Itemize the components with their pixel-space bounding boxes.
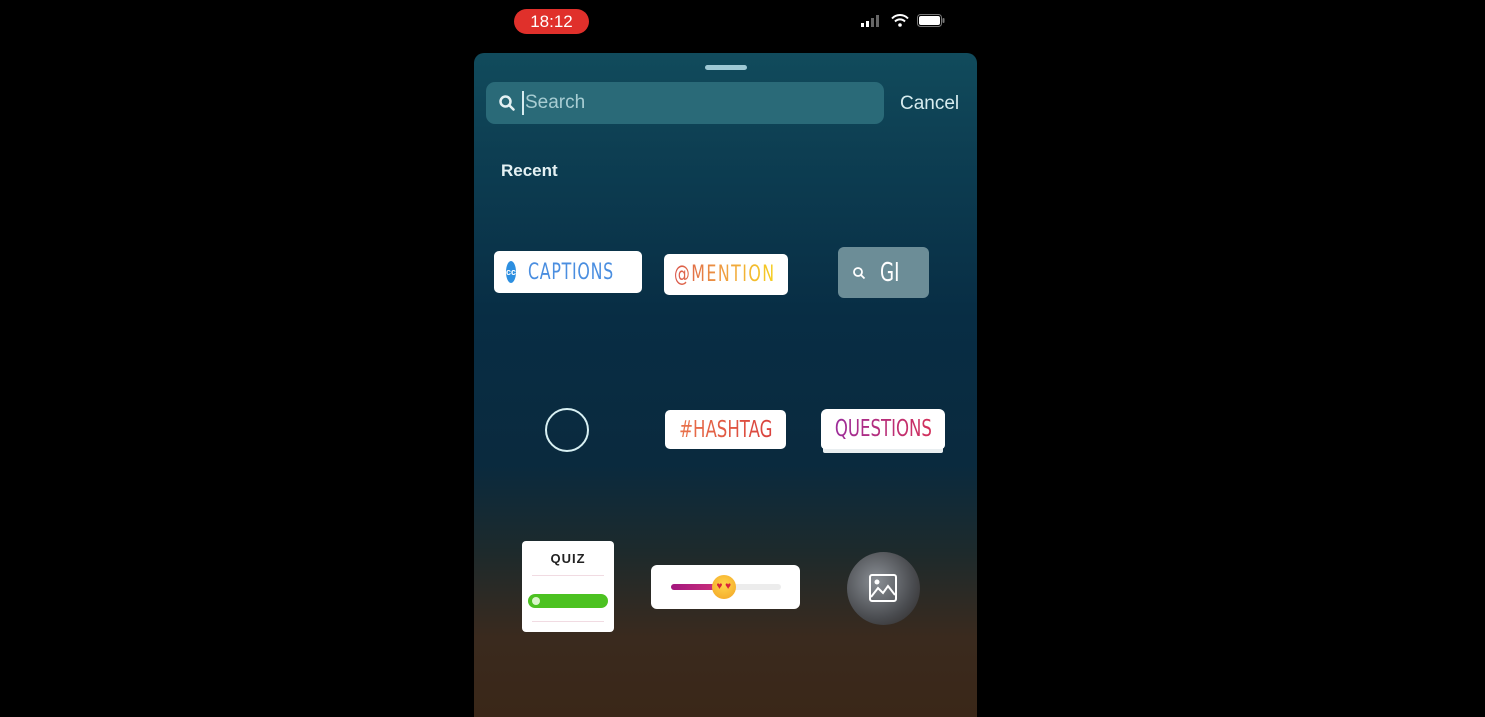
search-bar[interactable] <box>486 82 884 124</box>
status-time[interactable]: 18:12 <box>514 9 589 34</box>
questions-sticker-label: QUESTIONS <box>834 416 932 442</box>
search-input[interactable] <box>522 91 867 115</box>
photo-sticker[interactable] <box>847 552 920 625</box>
phone-screen: 18:12 Search Cancel Recent cc CAPTIONS @… <box>474 0 977 717</box>
gif-sticker-label: GI <box>880 257 900 288</box>
image-icon <box>869 574 897 602</box>
quiz-sticker[interactable]: QUIZ <box>522 541 614 632</box>
cc-icon: cc <box>506 261 517 283</box>
hashtag-sticker-label: #HASHTAG <box>678 416 773 443</box>
section-title-recent: Recent <box>501 161 558 180</box>
cancel-button[interactable]: Cancel <box>900 93 959 115</box>
status-icons <box>861 14 945 27</box>
search-icon <box>499 95 515 111</box>
hashtag-sticker[interactable]: #HASHTAG <box>665 410 786 449</box>
search-icon <box>853 266 866 279</box>
questions-sticker[interactable]: QUESTIONS <box>821 409 945 449</box>
drag-handle[interactable] <box>705 65 747 70</box>
sticker-tray-sheet: Cancel Recent cc CAPTIONS @MENTION GI #H… <box>474 53 977 717</box>
quiz-answer-bar <box>528 594 608 608</box>
signal-icon <box>861 14 879 27</box>
check-icon <box>532 597 540 605</box>
captions-sticker-label: CAPTIONS <box>528 259 614 285</box>
status-bar: 18:12 <box>474 0 977 50</box>
battery-icon <box>917 14 945 27</box>
quiz-divider <box>532 621 604 622</box>
countdown-sticker[interactable] <box>545 408 589 452</box>
captions-sticker[interactable]: cc CAPTIONS <box>494 251 642 293</box>
mention-sticker[interactable]: @MENTION <box>664 254 788 295</box>
wifi-icon <box>891 14 909 27</box>
heart-eyes-emoji-icon: ♥ ♥ <box>711 575 736 599</box>
emoji-slider-sticker[interactable]: ♥ ♥ <box>651 565 800 609</box>
mention-sticker-label: @MENTION <box>674 262 776 287</box>
quiz-divider <box>532 575 604 576</box>
quiz-sticker-label: QUIZ <box>550 551 586 566</box>
gif-sticker[interactable]: GI <box>838 247 929 298</box>
